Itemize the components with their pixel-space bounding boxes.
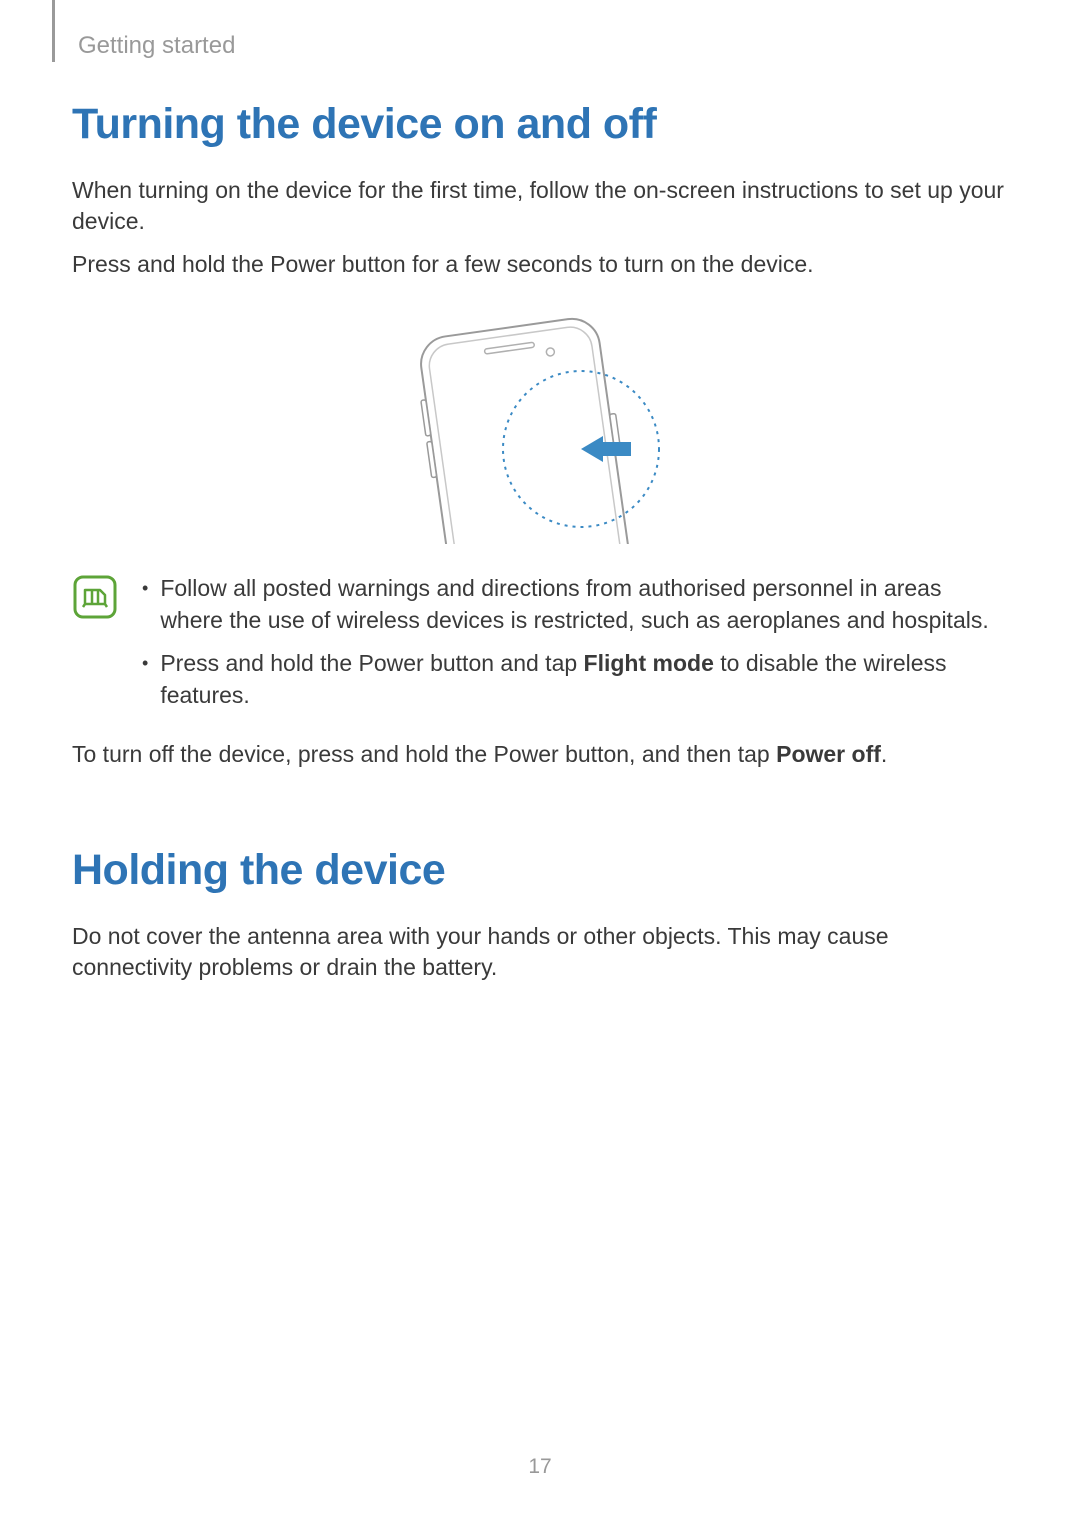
- note-text: Press and hold the Power button and tap …: [160, 647, 1010, 711]
- phone-power-button-diagram: [381, 304, 701, 544]
- section-header: Getting started: [78, 32, 235, 60]
- section-heading-2: Holding the device: [72, 846, 1010, 895]
- note-text: Follow all posted warnings and direction…: [160, 572, 1010, 636]
- list-item: • Follow all posted warnings and directi…: [142, 572, 1010, 636]
- page-number: 17: [0, 1455, 1080, 1479]
- list-item: • Press and hold the Power button and ta…: [142, 647, 1010, 711]
- page-content: Turning the device on and off When turni…: [72, 100, 1010, 995]
- section-heading-1: Turning the device on and off: [72, 100, 1010, 149]
- paragraph: To turn off the device, press and hold t…: [72, 739, 1010, 770]
- paragraph: Press and hold the Power button for a fe…: [72, 249, 1010, 280]
- note-callout: • Follow all posted warnings and directi…: [72, 572, 1010, 721]
- note-icon: [72, 574, 118, 620]
- device-illustration: [72, 304, 1010, 544]
- paragraph: When turning on the device for the first…: [72, 175, 1010, 237]
- header-divider: [52, 0, 55, 62]
- note-list: • Follow all posted warnings and directi…: [142, 572, 1010, 721]
- bullet-icon: •: [142, 572, 148, 636]
- bullet-icon: •: [142, 647, 148, 711]
- paragraph: Do not cover the antenna area with your …: [72, 921, 1010, 983]
